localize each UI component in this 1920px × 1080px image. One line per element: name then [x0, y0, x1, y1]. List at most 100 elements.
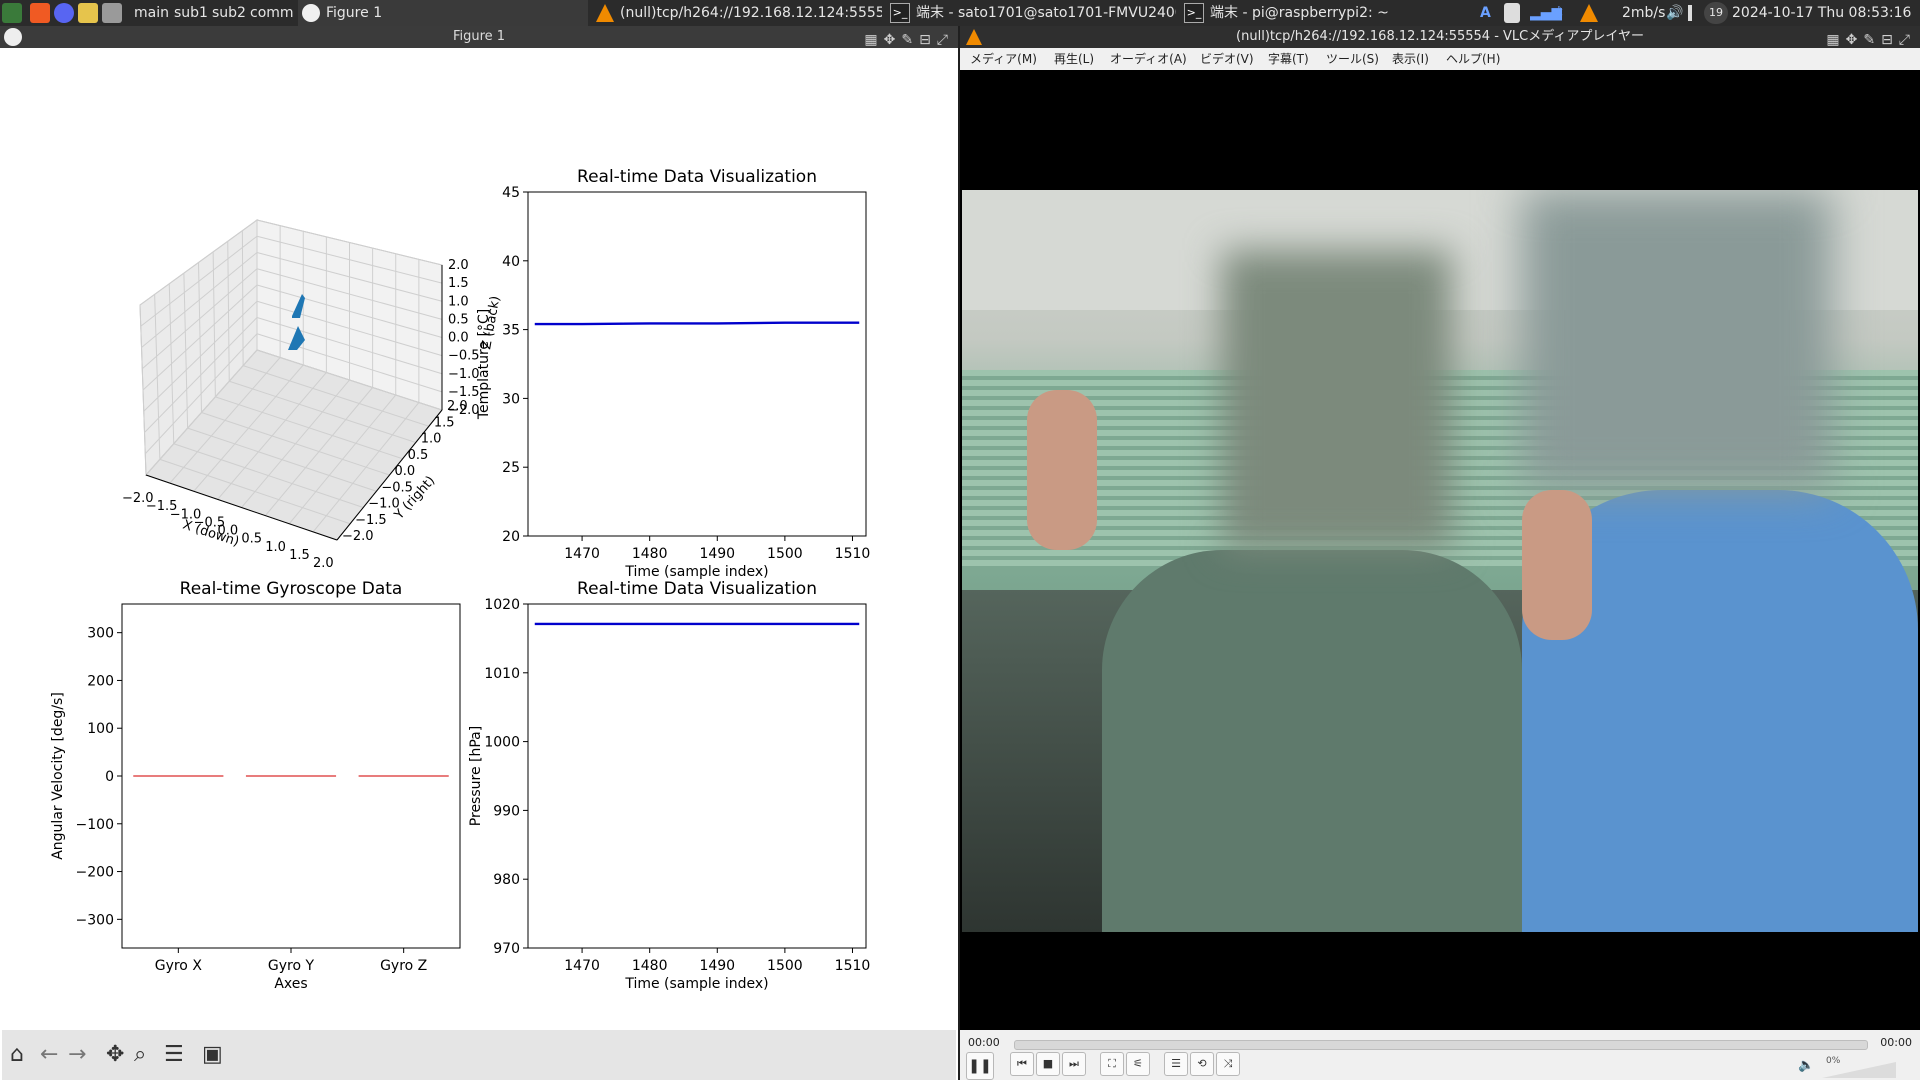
workspace-sub2[interactable]: sub2: [208, 2, 250, 24]
zoom-icon[interactable]: ⌕: [134, 1042, 146, 1068]
brave-browser-icon[interactable]: [30, 3, 50, 23]
notification-badge[interactable]: 19: [1704, 2, 1728, 24]
seek-slider[interactable]: [1014, 1040, 1868, 1050]
task-label: Figure 1: [326, 5, 383, 21]
discord-icon[interactable]: [54, 3, 74, 23]
bluetooth-icon[interactable]: ᛒ: [1556, 0, 1564, 26]
clipboard-icon[interactable]: [1504, 3, 1520, 23]
z-tick-label: 0.5: [448, 312, 469, 327]
vlc-window: (null)tcp/h264://192.168.12.124:55554 - …: [960, 26, 1920, 1080]
menu-audio[interactable]: オーディオ(A): [1110, 48, 1187, 70]
previous-icon[interactable]: ⏮: [1010, 1052, 1034, 1076]
y-tick-label: 20: [502, 529, 520, 545]
task-figure1[interactable]: Figure 1: [298, 0, 588, 26]
blurred-face-right: [1522, 190, 1832, 490]
x-tick-label: Gyro Z: [380, 958, 427, 974]
x-tick-label: 1510: [835, 958, 871, 974]
hand-peace-right: [1522, 490, 1592, 640]
x-tick-label: 1.5: [289, 548, 310, 563]
workspace-comm[interactable]: comm: [246, 2, 298, 24]
clock: 2024-10-17 Thu 08:53:16: [1732, 5, 1912, 21]
y-tick-label: −200: [76, 865, 114, 881]
menu-subtitle[interactable]: 字幕(T): [1268, 48, 1309, 70]
vlc-menubar: メディア(M) 再生(L) オーディオ(A) ビデオ(V) 字幕(T) ツール(…: [960, 48, 1920, 70]
playlist-icon[interactable]: ☰: [1164, 1052, 1188, 1076]
y-tick-label: 0: [105, 769, 114, 785]
vlc-tray-icon[interactable]: [1580, 4, 1598, 22]
volume-slider[interactable]: [1822, 1062, 1896, 1078]
z-tick-labels: −2.0 −1.5 −1.0 −0.5 0.0 0.5 1.0 1.5 2.0: [448, 258, 480, 418]
home-icon[interactable]: ⌂: [10, 1042, 24, 1068]
y-tick-label: 35: [502, 323, 520, 339]
x-tick-label: 1510: [835, 546, 871, 562]
y-tick-label: 1000: [484, 735, 520, 751]
y-tick-label: 990: [493, 803, 520, 819]
pause-icon[interactable]: ❚❚: [966, 1052, 994, 1080]
menu-view[interactable]: 表示(I): [1392, 48, 1429, 70]
matplotlib-icon: [302, 4, 320, 22]
z-tick-label: −1.5: [448, 385, 480, 400]
loop-icon[interactable]: ⟲: [1190, 1052, 1214, 1076]
system-taskbar: main sub1 sub2 comm Figure 1 (null)tcp/h…: [0, 0, 1920, 26]
x-tick-label: Gyro Y: [268, 958, 315, 974]
menu-media[interactable]: メディア(M): [970, 48, 1037, 70]
text-editor-icon[interactable]: [78, 3, 98, 23]
y-tick-label: −100: [76, 817, 114, 833]
configure-icon[interactable]: ☰: [164, 1042, 184, 1068]
y-tick-label: 1.0: [421, 432, 442, 447]
volume-level-bar: [1688, 5, 1692, 21]
chart-title: Real-time Gyroscope Data: [180, 579, 403, 599]
z-tick-label: 0.0: [448, 331, 469, 346]
y-tick-label: −2.0: [342, 529, 374, 544]
speaker-icon[interactable]: 🔈: [1798, 1058, 1814, 1073]
app-menu-icon[interactable]: [2, 3, 22, 23]
menu-video[interactable]: ビデオ(V): [1200, 48, 1254, 70]
extended-settings-icon[interactable]: ⚟: [1126, 1052, 1150, 1076]
x-tick-label: 1470: [564, 546, 600, 562]
y-axis-label: Pressure [hPa]: [468, 726, 484, 826]
shuffle-icon[interactable]: ⤨: [1216, 1052, 1240, 1076]
back-icon[interactable]: ←: [40, 1042, 58, 1068]
file-manager-icon[interactable]: [102, 3, 122, 23]
person-left-shirt: [1102, 550, 1522, 932]
menu-help[interactable]: ヘルプ(H): [1446, 48, 1500, 70]
task-terminal-1[interactable]: >_ 端末 - sato1701@sato1701-FMVU2400…: [886, 0, 1176, 26]
menu-playback[interactable]: 再生(L): [1054, 48, 1094, 70]
window-titlebar: (null)tcp/h264://192.168.12.124:55554 - …: [960, 26, 1920, 48]
save-icon[interactable]: ▣: [202, 1042, 223, 1068]
gyro-bar: [358, 775, 449, 777]
matplotlib-window: Figure 1 ▦✥✎⊟⤢ −2.0 −1.5 −1.0 −0.5 0.0 0.5 1.0…: [0, 26, 958, 1080]
figure-canvas: −2.0−1.5−1.0−0.50.00.51.01.52.0 −2.0−1.5…: [2, 50, 956, 1028]
z-tick-label: −2.0: [448, 403, 480, 418]
pressure-line-chart: Real-time Data Visualization 970 980 990 100…: [468, 579, 870, 992]
total-time: 00:00: [1880, 1036, 1912, 1049]
chart-title: Real-time Data Visualization: [577, 579, 817, 599]
x-tick-label: 1490: [699, 546, 735, 562]
x-tick-label: 1.0: [265, 540, 286, 555]
y-tick-label: 1010: [484, 666, 520, 682]
task-terminal-2[interactable]: >_ 端末 - pi@raspberrypi2: ~: [1180, 0, 1470, 26]
video-frame[interactable]: [962, 190, 1918, 932]
workspace-sub1[interactable]: sub1: [170, 2, 212, 24]
z-tick-label: 2.0: [448, 258, 469, 273]
task-vlc[interactable]: (null)tcp/h264://192.168.12.124:55554…: [592, 0, 882, 26]
temperature-line-chart: Real-time Data Visualization 20 25 30 35 40 45…: [476, 167, 870, 580]
elapsed-time: 00:00: [968, 1036, 1000, 1049]
x-tick-label: 2.0: [313, 556, 334, 571]
fullscreen-icon[interactable]: ⛶: [1100, 1052, 1124, 1076]
y-tick-label: 100: [87, 721, 114, 737]
matplotlib-toolbar: ⌂ ← → ✥ ⌕ ☰ ▣: [2, 1030, 956, 1080]
pan-icon[interactable]: ✥: [106, 1042, 124, 1068]
volume-icon[interactable]: 🔊: [1666, 0, 1683, 26]
input-method-icon[interactable]: A: [1480, 0, 1491, 26]
forward-icon[interactable]: →: [68, 1042, 86, 1068]
stop-icon[interactable]: ■: [1036, 1052, 1060, 1076]
vlc-icon: [596, 4, 614, 22]
workspace-main[interactable]: main: [130, 2, 173, 24]
vlc-icon: [966, 29, 982, 45]
next-icon[interactable]: ⏭: [1062, 1052, 1086, 1076]
x-tick-label: 0.5: [241, 532, 262, 547]
x-axis-label: Time (sample index): [624, 976, 768, 992]
window-controls[interactable]: ▦✥✎⊟⤢: [864, 29, 954, 51]
menu-tools[interactable]: ツール(S): [1326, 48, 1379, 70]
